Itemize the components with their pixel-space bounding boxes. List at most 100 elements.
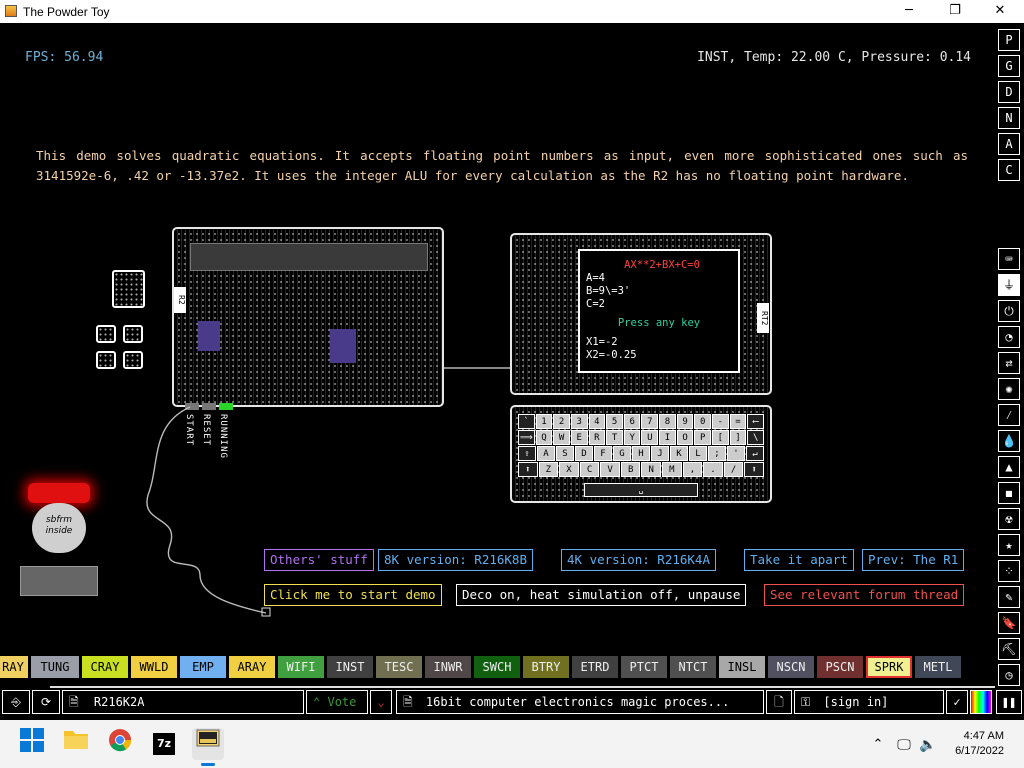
- space-key[interactable]: ␣: [584, 483, 698, 497]
- element-ntct-button[interactable]: NTCT: [670, 656, 716, 678]
- keyboard-key[interactable]: ↵: [746, 446, 764, 461]
- element-pscn-button[interactable]: PSCN: [817, 656, 863, 678]
- keyboard-key[interactable]: L: [689, 446, 707, 461]
- close-button[interactable]: ✕: [977, 0, 1023, 23]
- keyboard-key[interactable]: -: [712, 414, 729, 429]
- keyboard-key[interactable]: S: [556, 446, 574, 461]
- menu-n-button[interactable]: N: [998, 107, 1020, 129]
- maximize-button[interactable]: ❐: [932, 0, 978, 23]
- search-elements-icon[interactable]: ⌨: [998, 248, 1020, 270]
- keyboard-key[interactable]: Q: [535, 430, 553, 445]
- prev-r1-button[interactable]: Prev: The R1: [862, 549, 965, 571]
- save-description-field[interactable]: 🗎 16bit computer electronics magic proce…: [396, 690, 764, 714]
- menu-p-button[interactable]: P: [998, 29, 1020, 51]
- element-scrollbar[interactable]: [50, 686, 995, 688]
- file-explorer-icon[interactable]: [60, 728, 92, 760]
- keyboard-key[interactable]: ]: [729, 430, 747, 445]
- keyboard-key[interactable]: T: [606, 430, 623, 445]
- keyboard-key[interactable]: B: [620, 462, 641, 477]
- keyboard-key[interactable]: ;: [708, 446, 726, 461]
- keyboard-key[interactable]: G: [613, 446, 631, 461]
- chrome-icon[interactable]: [104, 728, 136, 760]
- taskbar-clock[interactable]: 4:47 AM 6/17/2022: [955, 729, 1004, 759]
- start-demo-button[interactable]: Click me to start demo: [264, 584, 442, 606]
- keyboard-key[interactable]: ,: [682, 462, 703, 477]
- menu-a-button[interactable]: A: [998, 133, 1020, 155]
- powders-category-icon[interactable]: ▲: [998, 456, 1020, 478]
- keyboard-key[interactable]: ⬆: [518, 462, 538, 477]
- minimize-button[interactable]: ─: [886, 0, 932, 23]
- vote-down-icon[interactable]: ⌄: [370, 690, 392, 714]
- favorites-category-icon[interactable]: 🔖: [998, 612, 1020, 634]
- keyboard-key[interactable]: 6: [623, 414, 641, 429]
- 8k-version-button[interactable]: 8K version: R216K8B: [378, 549, 533, 571]
- solids-category-icon[interactable]: ◼: [998, 482, 1020, 504]
- keyboard-key[interactable]: A: [537, 446, 555, 461]
- element-swch-button[interactable]: SWCH: [474, 656, 520, 678]
- element-btry-button[interactable]: BTRY: [523, 656, 569, 678]
- sign-in-button[interactable]: ⚿ [sign in]: [794, 690, 944, 714]
- keyboard-key[interactable]: `: [518, 414, 535, 429]
- powder-toy-taskbar-icon[interactable]: [192, 728, 224, 766]
- open-save-icon[interactable]: ⎆: [2, 690, 30, 714]
- powered-category-icon[interactable]: ⏻: [998, 300, 1020, 322]
- element-inwr-button[interactable]: INWR: [425, 656, 471, 678]
- keyboard-key[interactable]: V: [600, 462, 620, 477]
- element-nscn-button[interactable]: NSCN: [768, 656, 814, 678]
- electronics-category-icon[interactable]: ⏚: [998, 274, 1020, 296]
- element-etrd-button[interactable]: ETRD: [572, 656, 618, 678]
- keyboard-key[interactable]: /: [723, 462, 744, 477]
- keyboard-key[interactable]: W: [553, 430, 570, 445]
- keyboard-key[interactable]: Z: [538, 462, 559, 477]
- element-wifi-button[interactable]: WIFI: [278, 656, 324, 678]
- renderer-colors-icon[interactable]: [970, 690, 992, 714]
- keyboard-key[interactable]: O: [676, 430, 694, 445]
- pause-icon[interactable]: ❚❚: [996, 690, 1022, 714]
- gases-category-icon[interactable]: ⁄: [998, 404, 1020, 426]
- element-aray-button[interactable]: ARAY: [229, 656, 275, 678]
- keyboard-key[interactable]: 1: [535, 414, 553, 429]
- keyboard-key[interactable]: ⇪: [518, 446, 536, 461]
- keyboard[interactable]: ` 1 2 3 4 5 6 7 8 9 0- = ⟵ ⟹ Q W E R T Y U I O P[] \ ⇪ A S D F G H J K L; '…: [518, 414, 764, 478]
- keyboard-key[interactable]: ⟵: [747, 414, 764, 429]
- menu-g-button[interactable]: G: [998, 55, 1020, 77]
- force-category-icon[interactable]: ⇄: [998, 352, 1020, 374]
- volume-icon[interactable]: 🔈: [912, 728, 944, 760]
- element-wwld-button[interactable]: WWLD: [131, 656, 177, 678]
- forum-thread-button[interactable]: See relevant forum thread: [764, 584, 965, 606]
- take-it-apart-button[interactable]: Take it apart: [744, 549, 854, 571]
- keyboard-key[interactable]: 7: [641, 414, 659, 429]
- keyboard-key[interactable]: ⟹: [518, 430, 535, 445]
- keyboard-key[interactable]: M: [662, 462, 682, 477]
- keyboard-key[interactable]: J: [651, 446, 669, 461]
- 4k-version-button[interactable]: 4K version: R216K4A: [561, 549, 716, 571]
- new-document-icon[interactable]: 🗋: [766, 690, 792, 714]
- keyboard-key[interactable]: 3: [570, 414, 588, 429]
- keyboard-key[interactable]: D: [575, 446, 593, 461]
- deco-on-button[interactable]: Deco on, heat simulation off, unpause: [456, 584, 747, 606]
- decoration-category-icon[interactable]: ⛏: [998, 638, 1020, 660]
- windows-start-icon[interactable]: [16, 728, 48, 760]
- keyboard-key[interactable]: [: [712, 430, 729, 445]
- keyboard-key[interactable]: C: [579, 462, 600, 477]
- keyboard-key[interactable]: R: [588, 430, 606, 445]
- element-emp-button[interactable]: EMP: [180, 656, 226, 678]
- keyboard-key[interactable]: P: [694, 430, 712, 445]
- recent-category-icon[interactable]: ◷: [998, 664, 1020, 686]
- keyboard-key[interactable]: F: [594, 446, 612, 461]
- 7zip-icon[interactable]: 7z: [148, 728, 180, 760]
- keyboard-key[interactable]: =: [729, 414, 747, 429]
- tools-category-icon[interactable]: ✎: [998, 586, 1020, 608]
- keyboard-key[interactable]: ': [727, 446, 745, 461]
- save-name-field[interactable]: 🗎 R216K2A: [62, 690, 304, 714]
- keyboard-key[interactable]: 9: [676, 414, 694, 429]
- liquids-category-icon[interactable]: 💧: [998, 430, 1020, 452]
- element-tung-button[interactable]: TUNG: [31, 656, 79, 678]
- keyboard-key[interactable]: \: [747, 430, 764, 445]
- keyboard-key[interactable]: .: [703, 462, 723, 477]
- keyboard-key[interactable]: K: [670, 446, 688, 461]
- sensors-category-icon[interactable]: ◔: [998, 326, 1020, 348]
- keyboard-key[interactable]: 2: [553, 414, 570, 429]
- keyboard-key[interactable]: N: [641, 462, 662, 477]
- element-metl-button[interactable]: METL: [915, 656, 961, 678]
